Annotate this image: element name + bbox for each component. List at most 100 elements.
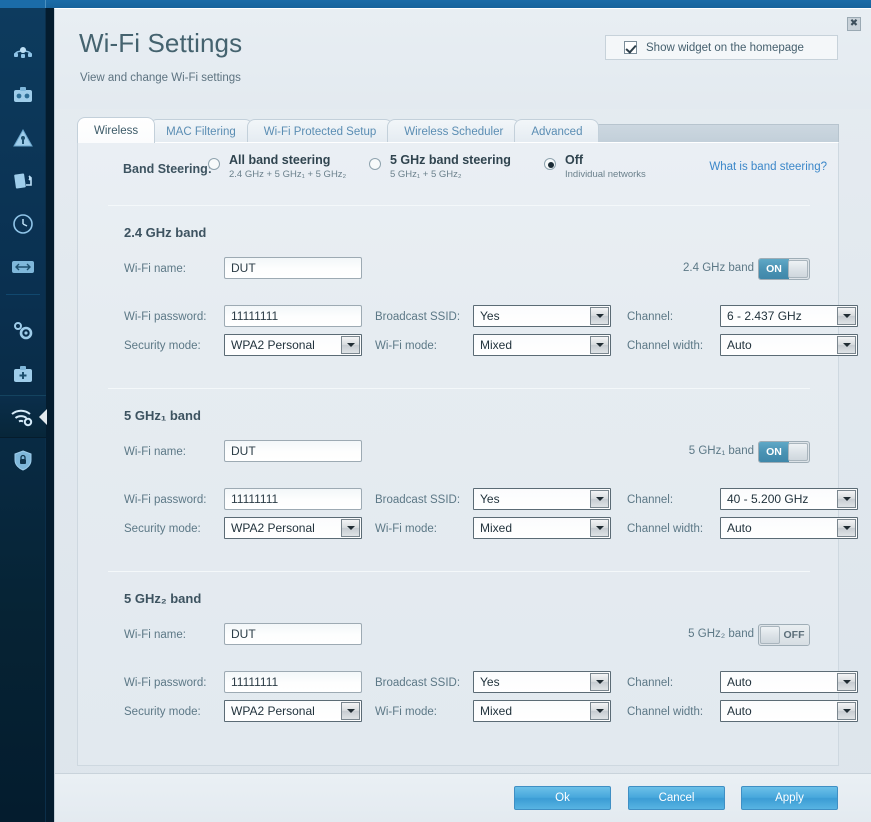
security-mode-select[interactable]: WPA2 Personal [224, 334, 362, 356]
band-toggle-5ghz-1[interactable]: 5 GHz₁ band ON [620, 441, 810, 463]
chevron-down-icon[interactable] [837, 702, 856, 720]
channel-select[interactable]: 40 - 5.200 GHz [720, 488, 858, 510]
wifi-name-input[interactable]: DUT [224, 440, 362, 462]
band-steering-help-link[interactable]: What is band steering? [709, 161, 827, 173]
radio-subtitle: 5 GHz₁ + 5 GHz₂ [390, 169, 462, 180]
band-toggle-2-4ghz[interactable]: 2.4 GHz band ON [620, 258, 810, 280]
wifi-password-input[interactable]: 11111111 [224, 488, 362, 510]
sidebar-item-troubleshooting[interactable] [0, 352, 46, 395]
broadcast-ssid-select[interactable]: Yes [473, 671, 611, 693]
sidebar-item-speed-test[interactable] [0, 202, 46, 245]
radio-title: All band steering [229, 153, 331, 167]
channel-width-select[interactable]: Auto [720, 700, 858, 722]
chevron-down-icon[interactable] [837, 519, 856, 537]
chevron-down-icon[interactable] [590, 307, 609, 325]
select-value: WPA2 Personal [231, 521, 315, 535]
show-widget-checkbox[interactable]: Show widget on the homepage [605, 35, 838, 60]
sidebar-item-connectivity[interactable] [0, 245, 46, 288]
channel-label: Channel: [627, 677, 674, 689]
tab-mac-filtering[interactable]: MAC Filtering [149, 119, 253, 143]
select-value: WPA2 Personal [231, 704, 315, 718]
security-mode-label: Security mode: [124, 523, 201, 535]
wifi-settings-icon [10, 406, 36, 428]
toggle-switch[interactable]: OFF [758, 624, 810, 646]
chevron-down-icon[interactable] [590, 519, 609, 537]
security-mode-select[interactable]: WPA2 Personal [224, 700, 362, 722]
network-map-icon [12, 41, 34, 63]
wifi-password-input[interactable]: 11111111 [224, 671, 362, 693]
radio-selected-icon[interactable] [544, 158, 556, 170]
wifi-mode-select[interactable]: Mixed [473, 517, 611, 539]
toggle-switch[interactable]: ON [758, 441, 810, 463]
toggle-knob[interactable] [788, 443, 808, 461]
security-mode-select[interactable]: WPA2 Personal [224, 517, 362, 539]
wifi-name-input[interactable]: DUT [224, 623, 362, 645]
medical-kit-icon [12, 364, 34, 384]
sidebar-item-parental-controls[interactable] [0, 116, 46, 159]
radio-icon[interactable] [369, 158, 381, 170]
toggle-switch[interactable]: ON [758, 258, 810, 280]
close-icon[interactable]: ✖ [847, 17, 861, 31]
chevron-down-icon[interactable] [590, 702, 609, 720]
toggle-knob[interactable] [760, 626, 780, 644]
sidebar-item-security[interactable] [0, 438, 46, 481]
broadcast-ssid-select[interactable]: Yes [473, 488, 611, 510]
select-value: Mixed [480, 521, 513, 535]
chevron-down-icon[interactable] [590, 673, 609, 691]
wifi-mode-select[interactable]: Mixed [473, 700, 611, 722]
chevron-down-icon[interactable] [837, 336, 856, 354]
wifi-password-input[interactable]: 11111111 [224, 305, 362, 327]
tab-advanced[interactable]: Advanced [514, 119, 600, 143]
chevron-down-icon[interactable] [837, 490, 856, 508]
wifi-password-label: Wi-Fi password: [124, 494, 207, 506]
ok-button[interactable]: Ok [514, 786, 611, 810]
tab-wireless-scheduler[interactable]: Wireless Scheduler [387, 119, 521, 143]
cancel-button[interactable]: Cancel [628, 786, 725, 810]
sidebar-item-media-prioritization[interactable] [0, 73, 46, 116]
select-value: 6 - 2.437 GHz [727, 309, 802, 323]
channel-select[interactable]: 6 - 2.437 GHz [720, 305, 858, 327]
checkbox-checked-icon[interactable] [624, 41, 637, 54]
sidebar-item-network-map[interactable] [0, 30, 46, 73]
chevron-down-icon[interactable] [837, 673, 856, 691]
tab-wifi-protected-setup[interactable]: Wi-Fi Protected Setup [246, 119, 394, 143]
wifi-name-input[interactable]: DUT [224, 257, 362, 279]
wireless-tab-panel: Band Steering: All band steering 2.4 GHz… [77, 142, 858, 766]
media-prioritization-icon [12, 85, 34, 105]
wifi-name-label: Wi-Fi name: [124, 263, 186, 275]
sidebar-item-router-settings[interactable] [0, 309, 46, 352]
sidebar-item-wifi-settings[interactable] [0, 395, 47, 438]
channel-select[interactable]: Auto [720, 671, 858, 693]
speed-test-icon [12, 213, 34, 235]
wifi-mode-label: Wi-Fi mode: [375, 706, 437, 718]
broadcast-ssid-label: Broadcast SSID: [375, 494, 461, 506]
wifi-name-label: Wi-Fi name: [124, 446, 186, 458]
chevron-down-icon[interactable] [341, 702, 360, 720]
sidebar [0, 8, 47, 822]
chevron-down-icon[interactable] [341, 336, 360, 354]
chevron-down-icon[interactable] [590, 490, 609, 508]
chevron-down-icon[interactable] [341, 519, 360, 537]
channel-label: Channel: [627, 494, 674, 506]
band-toggle-5ghz-2[interactable]: 5 GHz₂ band OFF [620, 624, 810, 646]
radio-icon[interactable] [208, 158, 220, 170]
apply-button[interactable]: Apply [741, 786, 838, 810]
toggle-state-text: ON [759, 442, 789, 462]
radio-title: Off [565, 153, 584, 167]
select-value: Auto [727, 704, 752, 718]
sidebar-item-usb-storage[interactable] [0, 159, 46, 202]
channel-width-select[interactable]: Auto [720, 334, 858, 356]
show-widget-label: Show widget on the homepage [646, 41, 804, 54]
wifi-mode-select[interactable]: Mixed [473, 334, 611, 356]
select-value: Yes [480, 309, 500, 323]
tab-wireless[interactable]: Wireless [77, 117, 156, 143]
select-value: Mixed [480, 704, 513, 718]
broadcast-ssid-select[interactable]: Yes [473, 305, 611, 327]
select-value: 40 - 5.200 GHz [727, 492, 809, 506]
toggle-knob[interactable] [788, 260, 808, 278]
toggle-label: 2.4 GHz band [683, 262, 754, 274]
radio-title: 5 GHz band steering [390, 153, 511, 167]
channel-width-select[interactable]: Auto [720, 517, 858, 539]
chevron-down-icon[interactable] [837, 307, 856, 325]
chevron-down-icon[interactable] [590, 336, 609, 354]
